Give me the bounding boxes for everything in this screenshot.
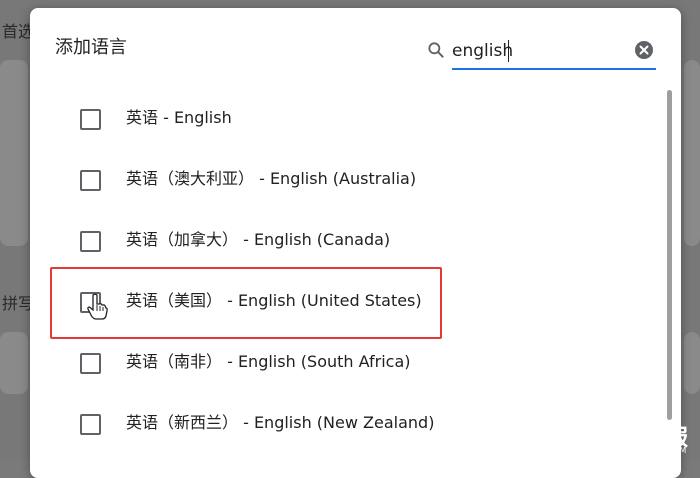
search-input[interactable] — [452, 36, 652, 66]
search-underline — [452, 68, 656, 70]
hand-pointer-cursor-icon — [87, 293, 108, 320]
watermark: 去外服 QUWAIFU.COM — [580, 416, 700, 458]
background-card — [684, 332, 700, 394]
language-label: 英语（加拿大） - English (Canada) — [126, 230, 391, 249]
clear-search-button[interactable] — [635, 41, 653, 59]
language-label: 英语 - English — [126, 108, 232, 127]
clear-icon — [639, 45, 649, 55]
language-checkbox[interactable] — [80, 231, 101, 252]
text-cursor — [508, 40, 509, 62]
language-item[interactable]: 英语（澳大利亚） - English (Australia) — [30, 149, 660, 210]
watermark-subtext: QUWAIFU.COM — [622, 446, 687, 455]
language-item[interactable]: 英语（加拿大） - English (Canada) — [30, 210, 660, 271]
background-card — [0, 332, 28, 394]
language-checkbox[interactable] — [80, 170, 101, 191]
language-search — [426, 36, 656, 70]
language-label: 英语（澳大利亚） - English (Australia) — [126, 169, 417, 188]
background-card — [684, 60, 700, 246]
search-icon — [428, 42, 444, 58]
scrollbar[interactable] — [667, 90, 672, 420]
watermark-logo-icon — [584, 420, 614, 450]
language-item[interactable]: 英语（新西兰） - English (New Zealand) — [30, 393, 660, 454]
dialog-title: 添加语言 — [55, 37, 127, 58]
language-item-highlighted[interactable]: 英语（美国） - English (United States) — [30, 271, 660, 332]
language-label: 英语（新西兰） - English (New Zealand) — [126, 413, 435, 432]
language-checkbox[interactable] — [80, 414, 101, 435]
language-item[interactable]: 英语 - English — [30, 88, 660, 149]
language-label: 英语（南非） - English (South Africa) — [126, 352, 411, 371]
language-label: 英语（美国） - English (United States) — [126, 291, 422, 310]
language-checkbox[interactable] — [80, 109, 101, 130]
background-card — [0, 60, 28, 246]
language-checkbox[interactable] — [80, 353, 101, 374]
language-item[interactable]: 英语（南非） - English (South Africa) — [30, 332, 660, 393]
add-language-dialog: 添加语言 英语 - English 英语（澳大利亚） - English (Au… — [30, 8, 681, 478]
